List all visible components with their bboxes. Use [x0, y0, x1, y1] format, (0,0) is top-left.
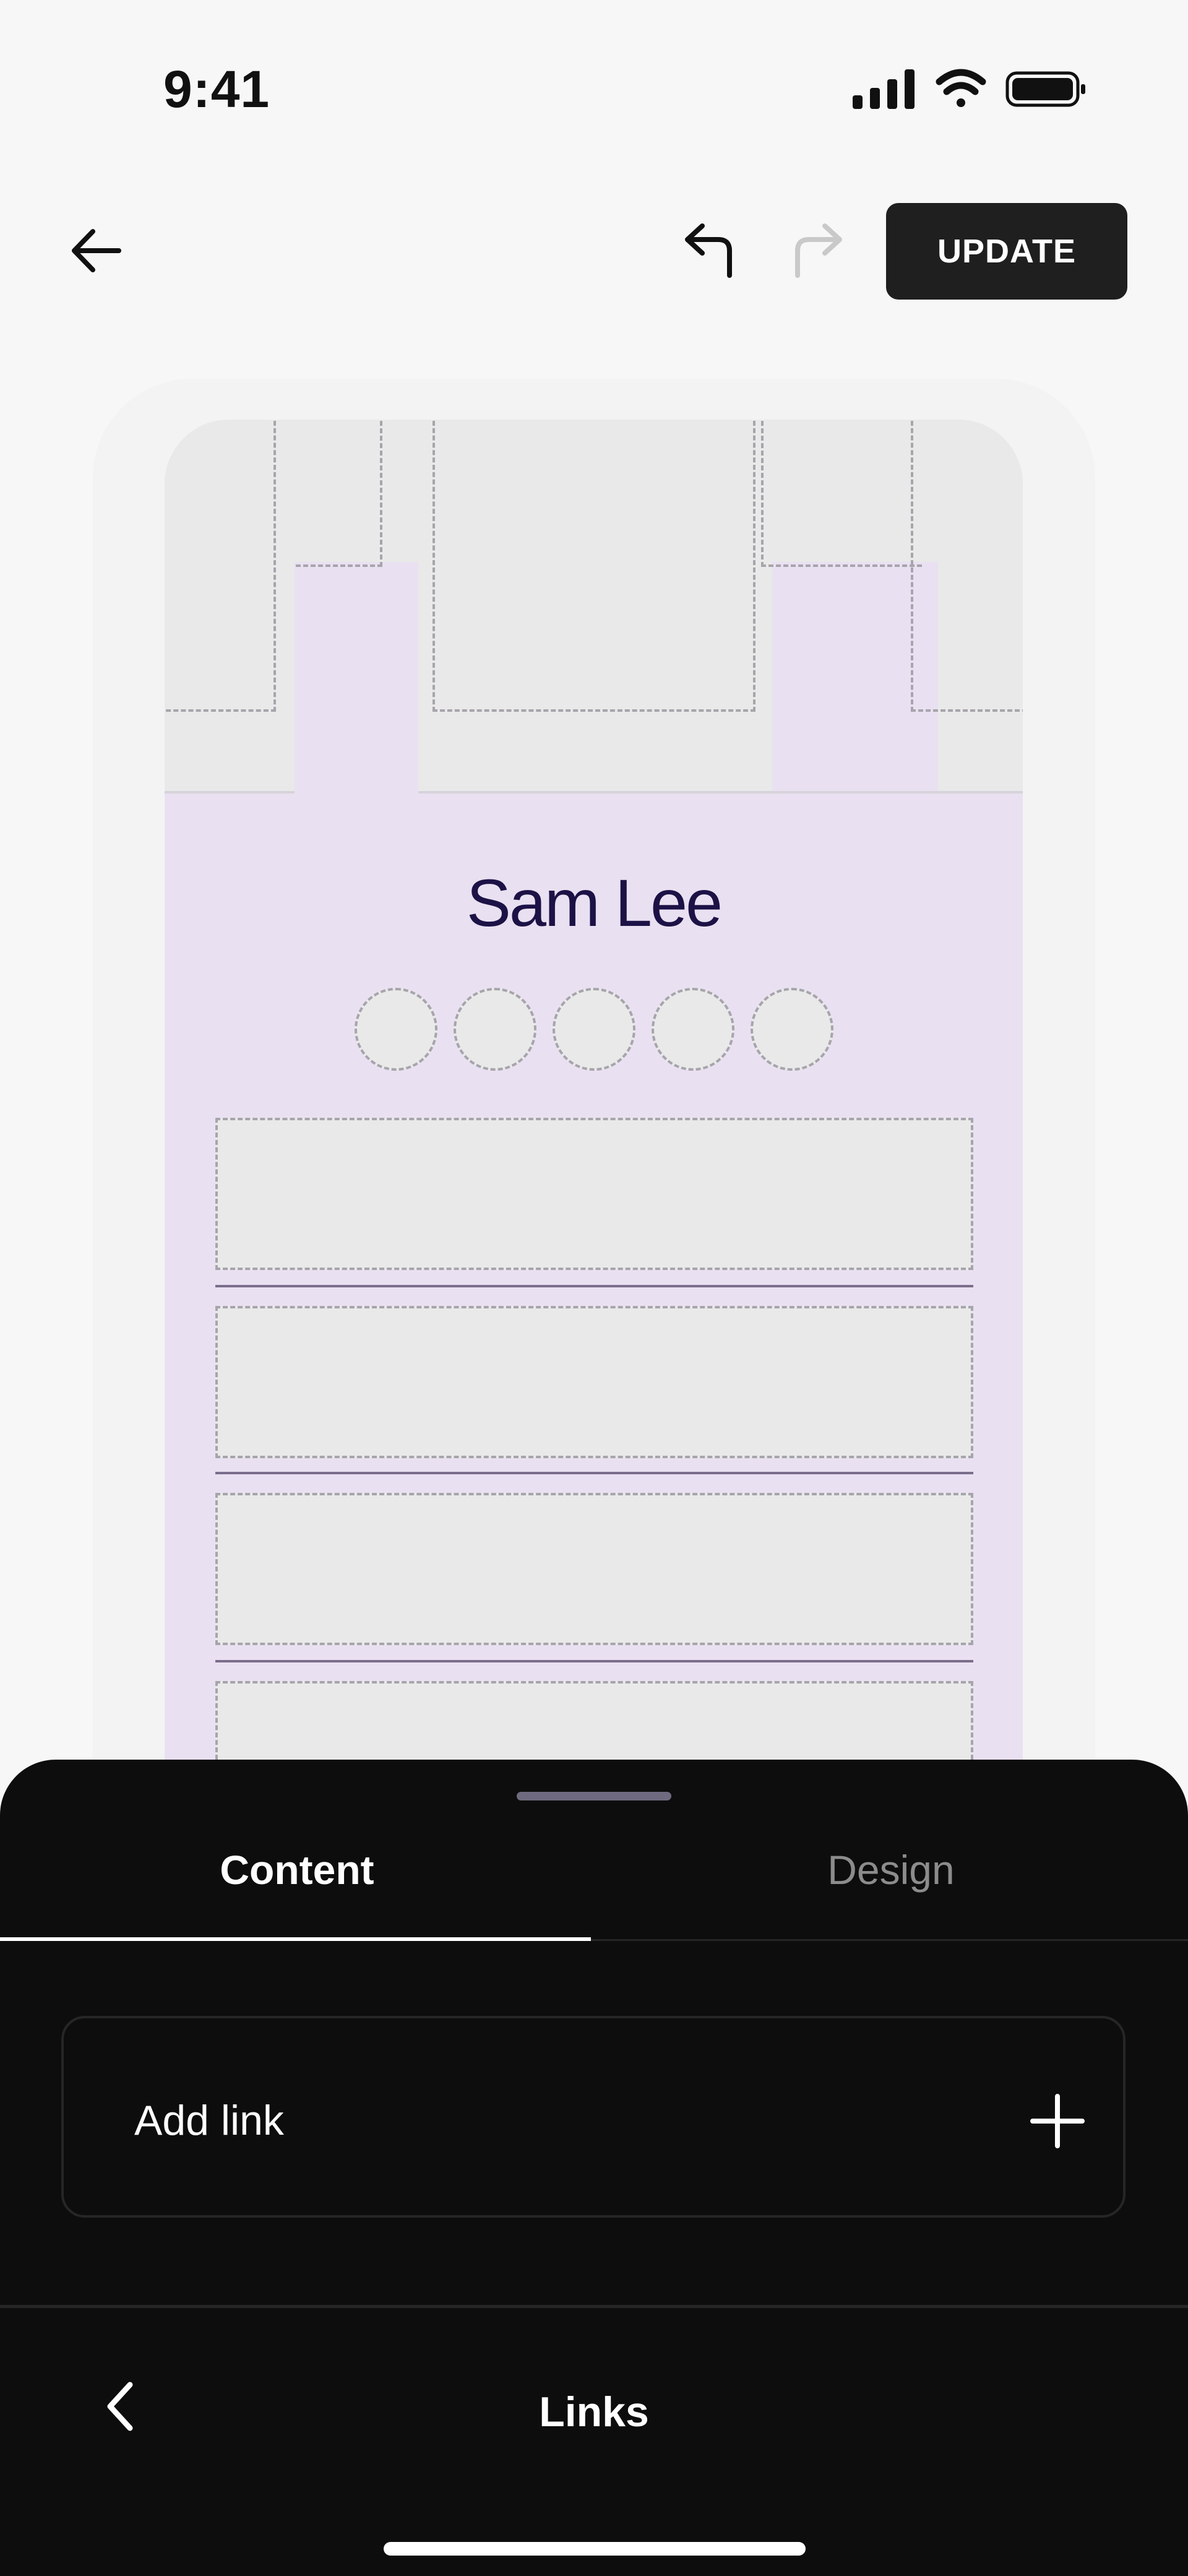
- social-icon-placeholder[interactable]: [355, 988, 437, 1071]
- divider: [215, 1660, 973, 1662]
- sheet-grabber[interactable]: [517, 1792, 671, 1800]
- active-tab-indicator: [0, 1937, 591, 1941]
- redo-icon: [795, 223, 842, 278]
- undo-button[interactable]: [674, 217, 742, 285]
- social-icon-placeholder[interactable]: [553, 988, 635, 1071]
- wifi-icon: [936, 69, 986, 107]
- status-time: 9:41: [163, 60, 270, 118]
- image-placeholder[interactable]: [433, 420, 755, 712]
- profile-name[interactable]: Sam Lee: [165, 864, 1023, 941]
- link-placeholder[interactable]: [215, 1118, 973, 1270]
- bottom-sheet: Content Design Add link Links: [0, 1760, 1188, 2576]
- tab-content[interactable]: Content: [0, 1846, 594, 1893]
- plus-icon: [1030, 2094, 1085, 2148]
- home-indicator[interactable]: [384, 2542, 806, 2556]
- profile-preview[interactable]: Sam Lee: [165, 420, 1023, 1967]
- add-link-button[interactable]: Add link: [61, 2016, 1126, 2218]
- cover-gap: [295, 562, 418, 791]
- divider: [215, 1472, 973, 1474]
- social-icon-placeholder[interactable]: [751, 988, 833, 1071]
- image-placeholder[interactable]: [296, 420, 382, 567]
- link-placeholder[interactable]: [215, 1493, 973, 1645]
- battery-icon: [1005, 71, 1085, 107]
- nav-title: Links: [539, 2388, 649, 2436]
- status-icons: [848, 67, 1089, 110]
- update-button[interactable]: UPDATE: [886, 203, 1127, 300]
- image-placeholder[interactable]: [165, 420, 276, 712]
- social-icon-placeholder[interactable]: [454, 988, 536, 1071]
- arrow-left-icon: [72, 229, 121, 272]
- nav-divider: [0, 2305, 1188, 2308]
- signal-icon: [853, 69, 915, 109]
- link-placeholder[interactable]: [215, 1306, 973, 1458]
- image-placeholder[interactable]: [761, 420, 922, 567]
- divider: [215, 1285, 973, 1287]
- back-button[interactable]: [62, 217, 130, 285]
- tab-design[interactable]: Design: [594, 1846, 1188, 1893]
- redo-button[interactable]: [785, 217, 853, 285]
- image-placeholder[interactable]: [911, 420, 1023, 712]
- social-icon-placeholder[interactable]: [652, 988, 734, 1071]
- undo-icon: [685, 223, 732, 278]
- add-link-label: Add link: [134, 2097, 284, 2144]
